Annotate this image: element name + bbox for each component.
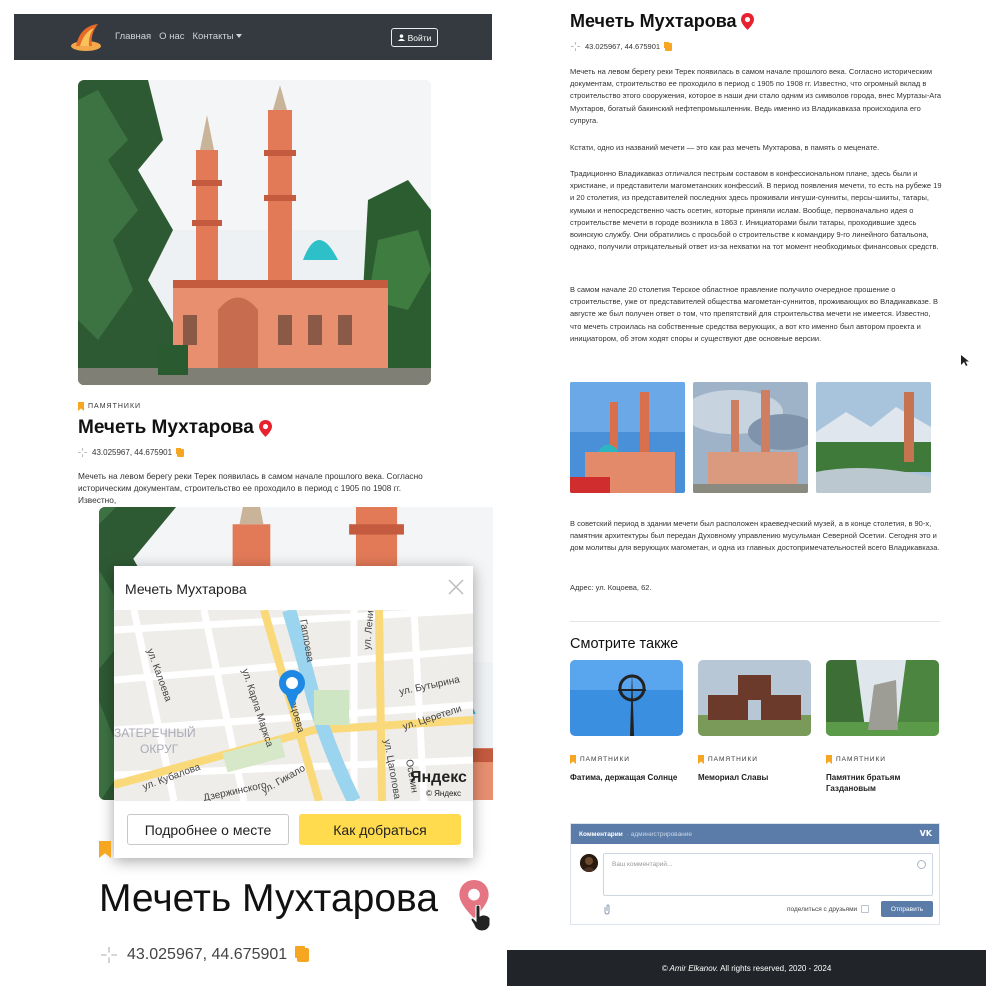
user-icon bbox=[397, 34, 405, 41]
yandex-copyright: © Яндекс bbox=[426, 789, 461, 798]
card-title-link[interactable]: Мемориал Славы bbox=[698, 772, 813, 783]
coordinates-text: 43.025967, 44.675901 bbox=[92, 448, 173, 457]
emoji-icon[interactable] bbox=[917, 860, 926, 869]
article-title-text: Мечеть Мухтарова bbox=[570, 11, 737, 31]
map-district-label: ЗАТЕРЕЧНЫЙ bbox=[114, 725, 196, 740]
article-paragraph: Традиционно Владикавказ отличался пестры… bbox=[570, 169, 942, 252]
comments-header-title: Комментарии bbox=[579, 830, 623, 838]
footer-author: © Amir Elkanov. bbox=[661, 963, 719, 973]
category-tag[interactable]: ПАМЯТНИКИ bbox=[78, 402, 141, 411]
see-also-heading: Смотрите также bbox=[570, 636, 679, 652]
mosque-photo bbox=[78, 80, 431, 385]
page-title-text: Мечеть Мухтарова bbox=[78, 417, 254, 438]
paperclip-icon[interactable] bbox=[603, 904, 611, 915]
navbar: Главная О нас Контакты Войти bbox=[14, 14, 492, 60]
comments-admin-link[interactable]: · администрирование bbox=[627, 831, 692, 838]
crosshair-icon bbox=[78, 448, 87, 457]
vk-comments-widget: Комментарии · администрирование VK Ваш к… bbox=[570, 823, 940, 925]
map-district-label: ОКРУГ bbox=[140, 742, 179, 756]
page-title-zoomed: Мечеть Мухтарова bbox=[99, 877, 439, 920]
card-category-label: ПАМЯТНИКИ bbox=[836, 756, 886, 763]
nav-contacts-label: Контакты bbox=[192, 31, 234, 42]
map-popup: Мечеть Мухтарова ул. Ленина Гаппоева ул.… bbox=[114, 566, 473, 858]
coordinates: 43.025967, 44.675901 bbox=[571, 42, 673, 51]
category-label: ПАМЯТНИКИ bbox=[88, 403, 142, 410]
gallery-image[interactable] bbox=[570, 382, 685, 493]
popup-title: Мечеть Мухтарова bbox=[125, 581, 247, 597]
card-title-link[interactable]: Памятник братьям Газдановым bbox=[826, 772, 926, 794]
card-category-label: ПАМЯТНИКИ bbox=[708, 756, 758, 763]
description-preview: Мечеть на левом берегу реки Терек появил… bbox=[78, 471, 423, 505]
card-category-tag[interactable]: ПАМЯТНИКИ bbox=[698, 755, 758, 764]
send-comment-button[interactable]: Отправить bbox=[881, 901, 933, 917]
comments-header: Комментарии · администрирование bbox=[571, 824, 939, 844]
map-pin-icon[interactable] bbox=[258, 419, 272, 437]
close-icon[interactable] bbox=[447, 578, 465, 596]
coordinates-text: 43.025967, 44.675901 bbox=[585, 42, 661, 51]
avatar bbox=[580, 854, 598, 872]
more-about-place-button[interactable]: Подробнее о месте bbox=[127, 814, 289, 845]
nav-contacts-dropdown[interactable]: Контакты bbox=[192, 31, 242, 42]
copy-icon[interactable] bbox=[297, 948, 310, 962]
copy-icon[interactable] bbox=[665, 42, 673, 51]
hand-cursor-icon bbox=[470, 905, 491, 931]
footer-text: © Amir Elkanov. All rights reserved, 202… bbox=[662, 964, 832, 973]
coordinates-zoomed: 43.025967, 44.675901 bbox=[101, 946, 310, 964]
copy-icon[interactable] bbox=[177, 448, 185, 457]
yandex-logo: Яндекс bbox=[410, 769, 467, 786]
card-image[interactable] bbox=[570, 660, 683, 736]
mouse-pointer-icon bbox=[961, 355, 969, 366]
gallery-image[interactable] bbox=[693, 382, 808, 493]
yandex-map[interactable]: ул. Ленина Гаппоева ул. Коцоева ул. Карл… bbox=[114, 610, 473, 801]
article-title: Мечеть Мухтарова bbox=[570, 11, 754, 32]
bookmark-icon bbox=[99, 841, 111, 858]
share-with-friends[interactable]: поделиться с друзьями bbox=[787, 905, 870, 913]
login-label: Войти bbox=[407, 32, 432, 43]
card-category-tag[interactable]: ПАМЯТНИКИ bbox=[570, 755, 630, 764]
coordinates-text: 43.025967, 44.675901 bbox=[127, 946, 288, 963]
chevron-down-icon bbox=[235, 34, 242, 39]
card-image[interactable] bbox=[698, 660, 811, 736]
bookmark-icon bbox=[698, 755, 704, 764]
footer-rights: All rights reserved, 2020 - 2024 bbox=[718, 963, 832, 973]
card-category-tag[interactable]: ПАМЯТНИКИ bbox=[826, 755, 886, 764]
card-category-label: ПАМЯТНИКИ bbox=[580, 756, 630, 763]
page-title: Мечеть Мухтарова bbox=[78, 417, 272, 439]
article-paragraph: Мечеть на левом берегу реки Терек появил… bbox=[570, 67, 942, 125]
nav-about-link[interactable]: О нас bbox=[159, 31, 184, 42]
map-pin-icon[interactable] bbox=[740, 13, 754, 30]
article-paragraph: В советский период в здании мечети был р… bbox=[570, 519, 940, 553]
coordinates: 43.025967, 44.675901 bbox=[78, 448, 185, 457]
article-paragraph: В самом начале 20 столетия Терское облас… bbox=[570, 285, 939, 343]
bookmark-icon bbox=[826, 755, 832, 764]
login-button[interactable]: Войти bbox=[391, 28, 438, 47]
footer: © Amir Elkanov. All rights reserved, 202… bbox=[507, 950, 986, 986]
bookmark-icon bbox=[570, 755, 576, 764]
share-label: поделиться с друзьями bbox=[787, 905, 858, 913]
nav-home-link[interactable]: Главная bbox=[115, 31, 151, 42]
bookmark-icon bbox=[78, 402, 84, 411]
comment-input[interactable]: Ваш комментарий... bbox=[603, 853, 933, 896]
share-checkbox[interactable] bbox=[861, 905, 870, 913]
vk-logo-icon: VK bbox=[919, 829, 932, 838]
card-image[interactable] bbox=[826, 660, 939, 736]
crosshair-icon bbox=[101, 947, 117, 963]
get-directions-button[interactable]: Как добраться bbox=[299, 814, 461, 845]
comment-placeholder: Ваш комментарий... bbox=[612, 861, 673, 868]
card-title-link[interactable]: Фатима, держащая Солнце bbox=[570, 772, 685, 783]
divider bbox=[570, 621, 940, 622]
article-paragraph: Кстати, одно из названий мечети — это ка… bbox=[570, 143, 880, 152]
site-logo[interactable] bbox=[70, 22, 102, 52]
crosshair-icon bbox=[571, 42, 580, 51]
gallery-image[interactable] bbox=[816, 382, 931, 493]
nav-links: Главная О нас Контакты bbox=[115, 31, 242, 42]
address: Адрес: ул. Коцоева, 62. bbox=[570, 583, 652, 592]
